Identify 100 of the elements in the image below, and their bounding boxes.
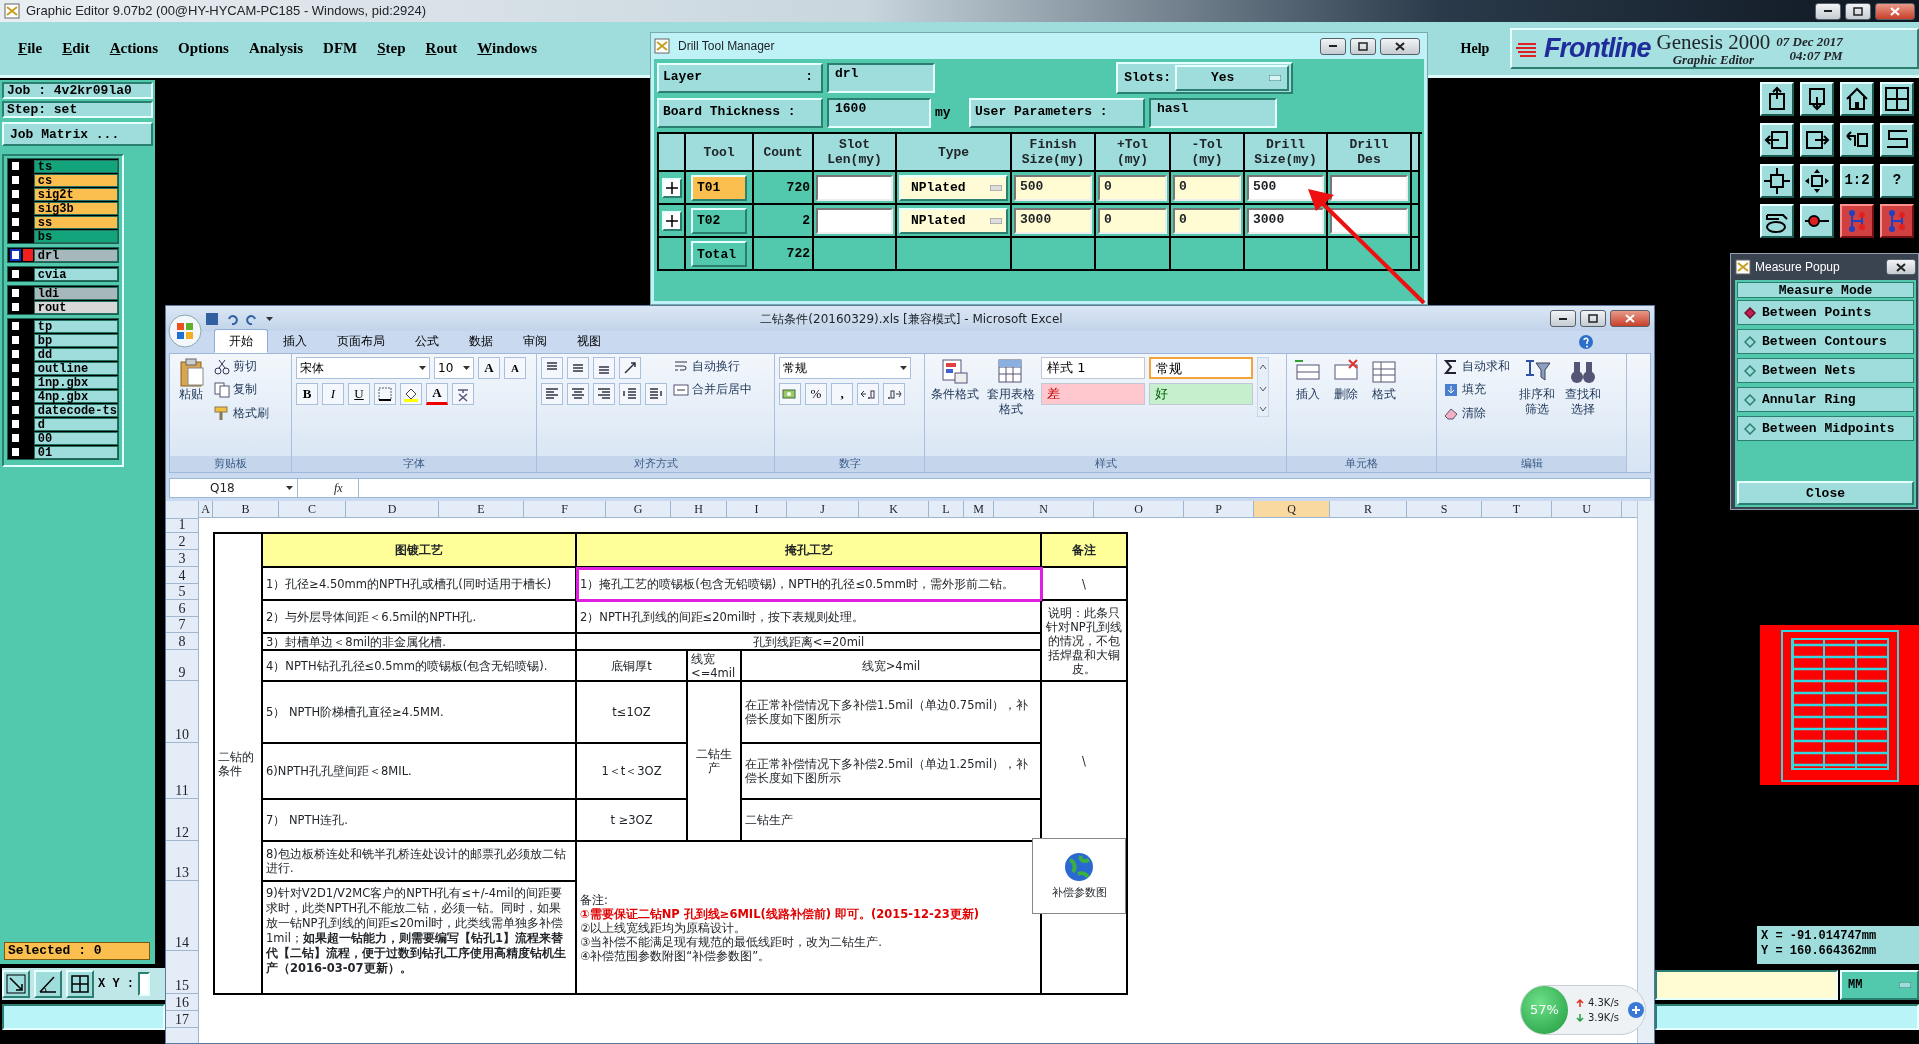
layer-name[interactable]: 4np.gbx (33, 389, 118, 403)
layer-checkbox[interactable] (10, 249, 21, 261)
row-header[interactable]: 14 (166, 881, 198, 951)
ribbon-tab[interactable]: 插入 (268, 329, 322, 353)
ribbon-button[interactable]: 插入 (1291, 357, 1325, 453)
format-button[interactable] (452, 383, 474, 405)
toolbar-button[interactable]: 1:2 (1840, 163, 1874, 198)
layer-checkbox[interactable] (10, 446, 21, 458)
ribbon-button[interactable]: 条件格式 (929, 357, 981, 453)
expand-button[interactable] (661, 210, 682, 231)
menu-item[interactable]: Analysis (238, 37, 314, 60)
ribbon-tab[interactable]: 页面布局 (322, 329, 400, 353)
menu-item[interactable]: File (8, 37, 53, 60)
layer-checkbox[interactable] (10, 301, 21, 313)
layer-checkbox[interactable] (10, 376, 21, 388)
layer-name[interactable]: 01 (33, 445, 118, 459)
layer-name[interactable]: tp (33, 319, 118, 333)
column-header[interactable]: J (787, 501, 859, 517)
layer-name[interactable]: bs (33, 229, 118, 243)
format-button[interactable] (400, 383, 422, 405)
layer-name[interactable]: ldi (33, 286, 118, 300)
format-button[interactable]: I (322, 383, 344, 405)
text-field[interactable] (816, 174, 893, 201)
ribbon-tab[interactable]: 开始 (214, 329, 268, 353)
column-header[interactable]: Q (1254, 501, 1330, 517)
ribbon-button[interactable]: 套用表格格式 (985, 357, 1037, 453)
ribbon-button[interactable]: 复制 (212, 380, 271, 400)
tool-button[interactable] (2, 970, 30, 998)
menu-item[interactable]: Edit (52, 37, 100, 60)
cell-style-swatch[interactable]: 好 (1149, 383, 1253, 405)
menu-item[interactable]: Rout (415, 37, 468, 60)
menu-item[interactable]: Options (168, 37, 239, 60)
expand-button[interactable] (661, 177, 682, 198)
minimize-button[interactable] (1815, 2, 1841, 20)
radio-option[interactable]: Between Points (1737, 300, 1914, 325)
coordinate-field[interactable] (138, 972, 150, 996)
grow-font-button[interactable]: A (478, 357, 500, 379)
parameters-field[interactable]: hasl (1149, 98, 1277, 128)
layer-checkbox[interactable] (10, 432, 21, 444)
ribbon-button[interactable]: 查找和选择 (1562, 357, 1604, 453)
ribbon-button[interactable]: 删除 (1329, 357, 1363, 453)
layer-checkbox[interactable] (10, 362, 21, 374)
font-dropdown[interactable]: 宋体 (296, 357, 430, 379)
minimize-button[interactable] (1550, 310, 1576, 327)
comma-button[interactable]: , (831, 383, 853, 405)
number-format-dropdown[interactable]: 常规 (779, 357, 911, 379)
slots-dropdown[interactable]: Yes (1175, 65, 1289, 91)
row-header[interactable]: 13 (166, 841, 198, 881)
name-box[interactable]: Q18 (170, 479, 298, 497)
job-matrix-button[interactable]: Job Matrix ... (2, 122, 153, 146)
close-button[interactable]: Close (1737, 481, 1914, 505)
ribbon-button[interactable]: 自动换行 (671, 357, 754, 377)
tool-button[interactable] (66, 970, 94, 998)
row-header[interactable]: 9 (166, 650, 198, 681)
layer-checkbox[interactable] (10, 287, 21, 299)
column-header[interactable]: F (524, 501, 606, 517)
layer-name[interactable]: 00 (33, 431, 118, 445)
tool-button[interactable]: T02 (691, 207, 747, 234)
layer-name[interactable]: ss (33, 215, 118, 229)
toolbar-button[interactable] (1880, 204, 1914, 239)
layer-checkbox[interactable] (10, 334, 21, 346)
column-header[interactable]: G (606, 501, 671, 517)
layer-checkbox[interactable] (10, 418, 21, 430)
tool-button[interactable]: T01 (691, 174, 747, 201)
ribbon-button[interactable]: 格式 (1367, 357, 1401, 453)
ribbon-tab[interactable]: 数据 (454, 329, 508, 353)
ribbon-tab[interactable]: 公式 (400, 329, 454, 353)
row-header[interactable]: 16 (166, 994, 198, 1011)
column-header[interactable]: T (1482, 501, 1552, 517)
row-header[interactable]: 8 (166, 633, 198, 650)
layer-checkbox[interactable] (10, 390, 21, 402)
text-field[interactable]: 3000 (1014, 207, 1092, 234)
layer-checkbox[interactable] (10, 268, 21, 280)
layer-name[interactable]: datecode-ts (33, 403, 118, 417)
layer-checkbox[interactable] (10, 188, 21, 200)
layer-name[interactable]: drl (33, 248, 118, 262)
row-header[interactable]: 1 (166, 519, 198, 533)
layer-name[interactable]: sig2t (33, 187, 118, 201)
text-field[interactable]: 3000 (1247, 207, 1324, 234)
layer-name[interactable]: rout (33, 300, 118, 314)
ribbon-button[interactable]: 清除 (1441, 403, 1512, 423)
ribbon-button[interactable]: 排序和筛选 (1516, 357, 1558, 453)
column-header[interactable]: D (346, 501, 439, 517)
format-button[interactable]: U (348, 383, 370, 405)
ribbon-tab[interactable]: 审阅 (508, 329, 562, 353)
text-field[interactable]: 0 (1173, 174, 1241, 201)
type-dropdown[interactable]: NPlated (899, 207, 1008, 234)
column-header[interactable]: H (671, 501, 727, 517)
format-button[interactable]: B (296, 383, 318, 405)
layer-checkbox[interactable] (10, 230, 21, 242)
layer-name[interactable]: 1np.gbx (33, 375, 118, 389)
column-header[interactable]: A (199, 501, 213, 517)
cell-style-swatch[interactable]: 常规 (1149, 357, 1253, 379)
column-header[interactable]: S (1407, 501, 1482, 517)
column-header[interactable]: M (964, 501, 994, 517)
row-header[interactable]: 6 (166, 600, 198, 617)
menu-item[interactable]: Step (367, 37, 416, 60)
scrollbar[interactable] (1637, 501, 1654, 1043)
text-field[interactable] (1330, 207, 1408, 234)
font-size-dropdown[interactable]: 10 (434, 357, 474, 379)
